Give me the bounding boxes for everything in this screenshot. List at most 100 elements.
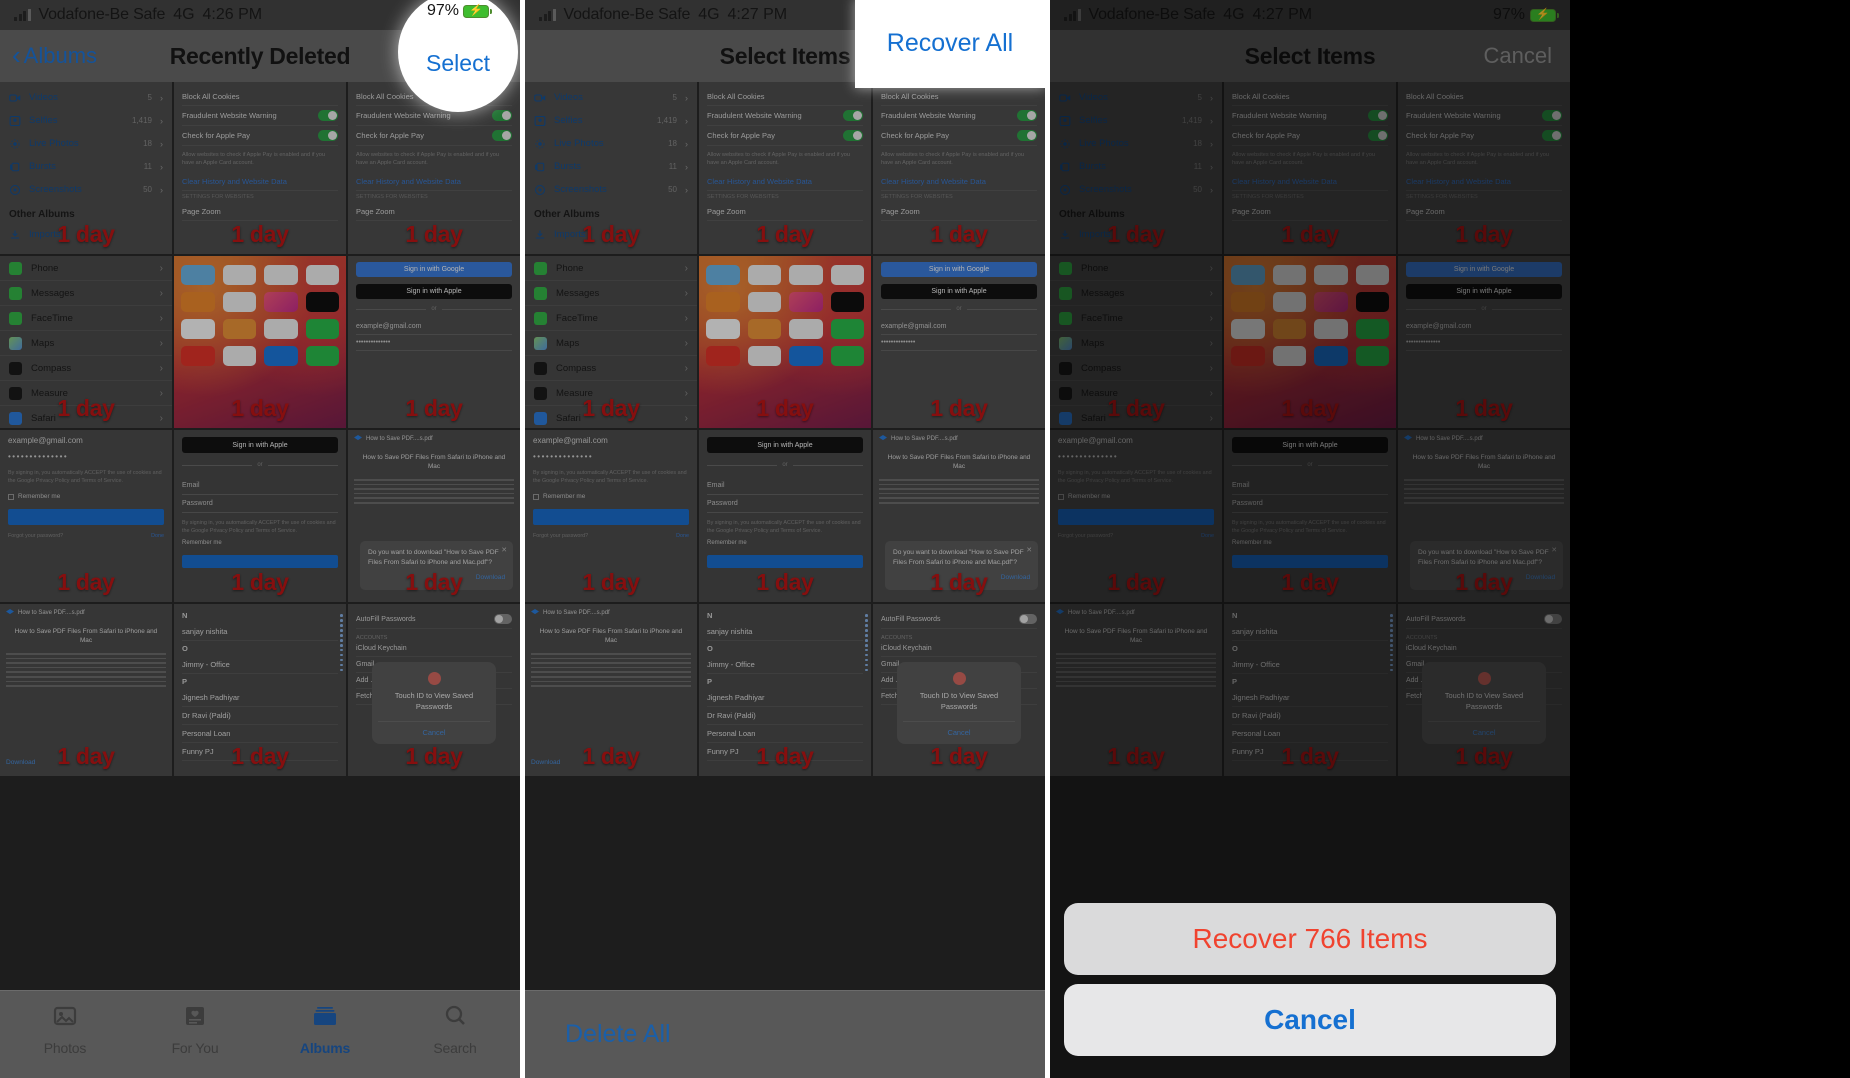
grid-cell[interactable]: Sign in with Apple or Email Password By … (174, 430, 346, 602)
contact-name[interactable]: Jimmy - Office (182, 656, 338, 674)
cancel-button[interactable]: Cancel (378, 720, 490, 737)
tab-search[interactable]: Search (390, 1003, 520, 1056)
tab-photos[interactable]: Photos (0, 1003, 130, 1056)
contact-name[interactable]: Jimmy - Office (707, 656, 863, 674)
recover-items-button[interactable]: Recover 766 Items (1064, 903, 1556, 975)
grid-cell[interactable]: How to Save PDF....s.pdf How to Save PDF… (0, 604, 172, 776)
done-button[interactable]: Done (151, 533, 164, 539)
toggle-switch[interactable] (1017, 130, 1037, 141)
clear-history-link[interactable]: Clear History and Website Data (881, 173, 1037, 191)
grid-cell[interactable]: Sign in with Google Sign in with Apple o… (348, 256, 520, 428)
grid-cell[interactable]: Block All Cookies Fraudulent Website War… (174, 82, 346, 254)
grid-cell[interactable]: Sign in with Apple or Email Password By … (699, 430, 871, 602)
close-icon[interactable]: ✕ (501, 546, 507, 556)
sign-in-with-apple-button[interactable]: Sign in with Apple (182, 437, 338, 453)
clear-history-link[interactable]: Clear History and Website Data (356, 173, 512, 191)
download-button[interactable]: Download (531, 759, 560, 766)
photo-thumbnail-grid: Videos 5 › Selfies 1,419 › Live Photos 18 ›… (0, 82, 520, 1078)
grid-cell[interactable]: How to Save PDF....s.pdf How to Save PDF… (873, 430, 1045, 602)
fingerprint-icon (952, 672, 966, 686)
grid-cell[interactable]: Block All Cookies Fraudulent Website War… (699, 82, 871, 254)
toggle-switch[interactable] (843, 110, 863, 121)
checkbox[interactable] (533, 493, 539, 500)
contact-name[interactable]: sanjay nishita (182, 623, 338, 641)
sign-in-with-apple-button[interactable]: Sign in with Apple (707, 437, 863, 453)
checkbox[interactable] (8, 493, 14, 500)
grid-cell[interactable]: 1 day (699, 256, 871, 428)
contact-name[interactable]: Jignesh Padhiyar (707, 689, 863, 707)
grid-cell[interactable]: example@gmail.com •••••••••••••• By sign… (0, 430, 172, 602)
forgot-password-link[interactable]: Forgot your password? (8, 533, 63, 539)
contact-name[interactable]: Jignesh Padhiyar (182, 689, 338, 707)
contact-name[interactable]: Dr Ravi (Paldi) (707, 707, 863, 725)
grid-cell[interactable]: Videos 5 › Selfies 1,419 › Live Photos 18 › Bu… (525, 82, 697, 254)
grid-cell[interactable]: N sanjay nishita O Jimmy - Office P Jign… (699, 604, 871, 776)
dropbox-icon (354, 435, 362, 441)
grid-cell[interactable]: Phone › Messages › FaceTime › Maps › Compass… (0, 256, 172, 428)
sign-in-button[interactable] (8, 509, 164, 526)
clear-history-link[interactable]: Clear History and Website Data (707, 173, 863, 191)
download-button[interactable]: Download (6, 759, 35, 766)
contact-name[interactable]: Personal Loan (182, 725, 338, 743)
grid-cell[interactable]: AutoFill Passwords ACCOUNTS iCloud Keych… (873, 604, 1045, 776)
toggle-switch[interactable] (843, 130, 863, 141)
grid-cell[interactable]: N sanjay nishita O Jimmy - Office P Jign… (174, 604, 346, 776)
sign-in-button[interactable] (707, 555, 863, 569)
contact-name[interactable]: Personal Loan (707, 725, 863, 743)
close-icon[interactable]: ✕ (1026, 546, 1032, 556)
grid-cell[interactable]: AutoFill Passwords ACCOUNTS iCloud Keych… (348, 604, 520, 776)
toggle-switch[interactable] (1017, 110, 1037, 121)
sign-in-with-google-button[interactable]: Sign in with Google (881, 262, 1037, 277)
toggle-switch[interactable] (492, 130, 512, 141)
grid-cell[interactable]: How to Save PDF....s.pdf How to Save PDF… (348, 430, 520, 602)
forgot-password-link[interactable]: Forgot your password? (533, 533, 588, 539)
pdf-heading: How to Save PDF Files From Safari to iPh… (887, 454, 1031, 470)
contact-section: O (182, 644, 188, 653)
alphabet-index[interactable] (865, 614, 868, 672)
toggle-switch[interactable] (318, 110, 338, 121)
email-label: Email (707, 477, 863, 495)
password-field[interactable]: •••••••••••••• (356, 335, 512, 351)
days-remaining-badge: 1 day (582, 221, 640, 247)
alphabet-index[interactable] (340, 614, 343, 672)
email-field[interactable]: example@gmail.com (881, 319, 1037, 335)
grid-cell[interactable]: example@gmail.com •••••••••••••• By sign… (525, 430, 697, 602)
cancel-button[interactable]: Cancel (1064, 984, 1556, 1056)
days-remaining-badge: 1 day (405, 569, 463, 595)
grid-cell[interactable]: 1 day (174, 256, 346, 428)
grid-cell[interactable]: Block All Cookies Fraudulent Website War… (873, 82, 1045, 254)
contact-name[interactable]: Dr Ravi (Paldi) (182, 707, 338, 725)
sign-in-with-google-button[interactable]: Sign in with Google (356, 262, 512, 277)
done-button[interactable]: Done (676, 533, 689, 539)
grid-cell[interactable]: Phone › Messages › FaceTime › Maps › Compass… (525, 256, 697, 428)
back-button[interactable]: ‹ Albums (12, 30, 97, 82)
grid-cell[interactable]: Videos 5 › Selfies 1,419 › Live Photos 18 ›… (0, 82, 172, 254)
email-field[interactable]: example@gmail.com (356, 319, 512, 335)
sign-in-with-apple-button[interactable]: Sign in with Apple (356, 284, 512, 299)
grid-cell[interactable]: Sign in with Google Sign in with Apple o… (873, 256, 1045, 428)
toggle-switch[interactable] (1019, 614, 1037, 624)
tab-albums[interactable]: Albums (260, 1003, 390, 1056)
page-title: Select Items (719, 42, 851, 69)
sign-in-button[interactable] (533, 509, 689, 526)
grid-cell[interactable]: How to Save PDF....s.pdf How to Save PDF… (525, 604, 697, 776)
cancel-button[interactable]: Cancel (903, 720, 1015, 737)
toggle-switch[interactable] (318, 130, 338, 141)
toggle-switch[interactable] (494, 614, 512, 624)
password-field[interactable]: •••••••••••••• (881, 335, 1037, 351)
sign-in-button[interactable] (182, 555, 338, 569)
clear-history-link[interactable]: Clear History and Website Data (182, 173, 338, 191)
tab-for-you[interactable]: For You (130, 1003, 260, 1056)
select-button[interactable]: Select (426, 50, 490, 77)
recover-all-button-highlight[interactable]: Recover All (855, 0, 1045, 88)
contact-name[interactable]: sanjay nishita (707, 623, 863, 641)
sign-in-with-apple-button[interactable]: Sign in with Apple (881, 284, 1037, 299)
legal-note: By signing in, you automatically ACCEPT … (182, 520, 336, 535)
bursts-icon (534, 161, 546, 173)
setting-label: Fraudulent Website Warning (182, 111, 277, 120)
toggle-switch[interactable] (492, 110, 512, 121)
email-label: Email (182, 477, 338, 495)
recover-action-sheet: Recover 766 Items Cancel (1050, 894, 1570, 1078)
grid-cell[interactable]: Block All Cookies Fraudulent Website War… (348, 82, 520, 254)
delete-all-button[interactable]: Delete All (565, 1020, 671, 1049)
